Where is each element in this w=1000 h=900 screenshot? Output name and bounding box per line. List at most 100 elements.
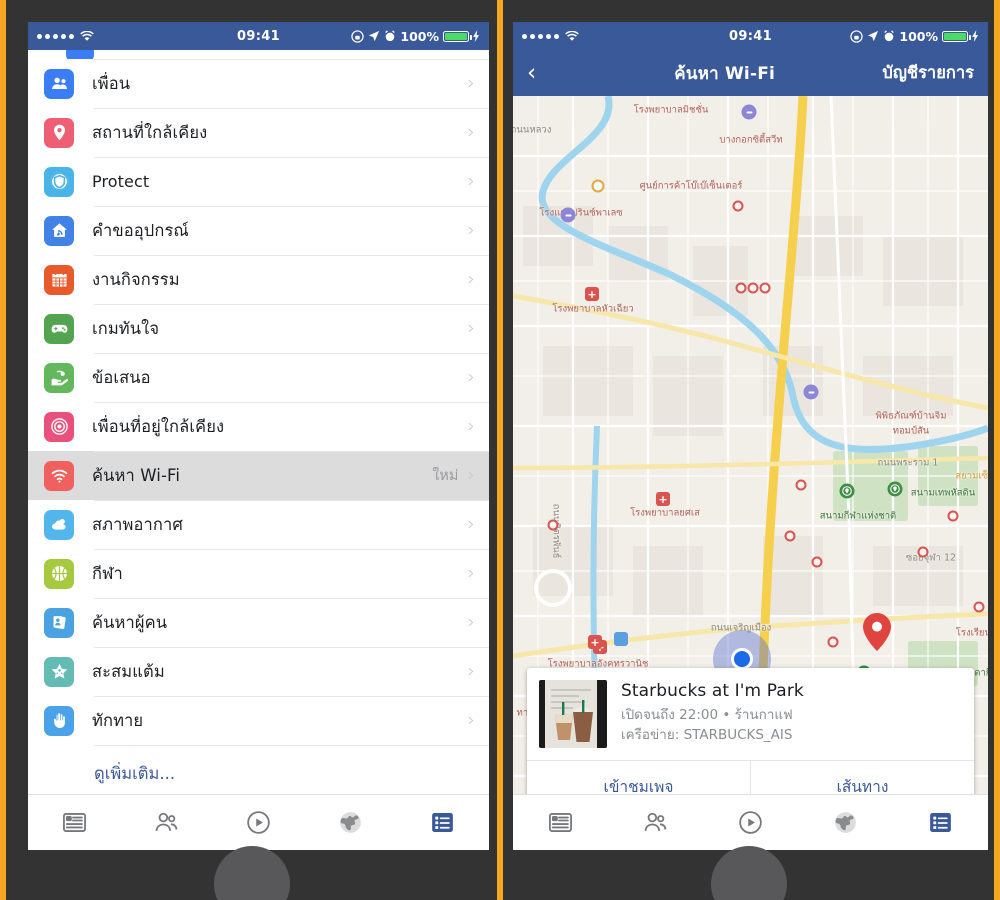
map-poi-marker[interactable] (784, 530, 796, 542)
map-poi-marker[interactable] (917, 546, 929, 558)
map-label: โรงพยาบาลหัวเฉียว (552, 303, 634, 315)
right-phone-frame: 09:41 100% ‹ ค้นหา Wi-Fi บัญชีรายการ ถนน… (503, 0, 994, 900)
menu-row-sports-ball[interactable]: กีฬา › (28, 549, 489, 598)
place-hours-category: เปิดจนถึง 22:00 • ร้านกาแฟ (621, 707, 793, 723)
lightning-bolt-icon (972, 30, 979, 42)
menu-row-gamepad[interactable]: เกมทันใจ › (28, 304, 489, 353)
menu-row-device-request[interactable]: คำขออุปกรณ์ › (28, 206, 489, 255)
map-poi-marker[interactable] (795, 479, 807, 491)
menu-row-label: สถานที่ใกล้เคียง (92, 122, 208, 142)
menu-row-label: เกมทันใจ (92, 318, 160, 338)
scrolled-partial-row (28, 50, 489, 59)
menu-row-offers-hand[interactable]: ข้อเสนอ › (28, 353, 489, 402)
chevron-right-icon: › (467, 219, 475, 241)
chevron-left-icon[interactable]: ‹ (527, 60, 567, 86)
map-poi-marker[interactable] (732, 200, 744, 212)
tab-menu-list[interactable] (893, 795, 988, 850)
menu-row-label: ค้นหาผู้คน (92, 612, 168, 632)
map-poi-marker[interactable] (741, 104, 757, 120)
map-poi-marker[interactable]: + (656, 492, 670, 506)
map-label: สนามเทพหัสดิน (910, 487, 976, 499)
map-poi-marker[interactable] (759, 282, 771, 294)
tab-menu-list[interactable] (397, 795, 489, 850)
left-phone-screen: 09:41 100% เพื่อน › สถานที่ใกล้เคียง › Prote… (28, 22, 489, 850)
map-label: บางกอกซิตี้สวีท (719, 134, 783, 146)
menu-row-wifi-find[interactable]: ค้นหา Wi-Fi ใหม่ › (28, 451, 489, 500)
map-poi-marker[interactable] (614, 632, 628, 646)
map-label: ถนนหลวง (513, 124, 552, 136)
menu-row-label: ทักทาย (92, 710, 144, 730)
map-poi-marker[interactable]: + (588, 635, 602, 649)
chevron-right-icon: › (467, 611, 475, 633)
map-label: ซอยจุฬา 12 (905, 552, 957, 564)
map-poi-marker[interactable] (803, 384, 819, 400)
menu-row-wave-hand[interactable]: ทักทาย › (28, 696, 489, 745)
map-poi-marker[interactable] (811, 556, 823, 568)
map-poi-marker[interactable] (591, 179, 605, 193)
map-poi-marker[interactable] (887, 481, 903, 497)
map-poi-marker[interactable] (839, 483, 855, 499)
menu-row-label: เพื่อนที่อยู่ใกล้เคียง (92, 416, 225, 436)
wave-hand-icon (44, 705, 74, 736)
tab-watch-video[interactable] (703, 795, 798, 850)
place-info-card[interactable]: Starbucks at I'm Park เปิดจนถึง 22:00 • … (527, 668, 974, 812)
menu-row-find-people[interactable]: ค้นหาผู้คน › (28, 598, 489, 647)
map-label: โรงแรมปรินซ์พาเลซ (539, 207, 623, 219)
left-phone-frame: 09:41 100% เพื่อน › สถานที่ใกล้เคียง › Prote… (6, 0, 497, 900)
see-more-label[interactable]: ดูเพิ่มเติม... (28, 745, 489, 787)
see-more-row[interactable]: ดูเพิ่มเติม... (28, 745, 489, 787)
account-list-button[interactable]: บัญชีรายการ (882, 60, 974, 86)
tab-news-feed[interactable] (28, 795, 120, 850)
map-poi-marker[interactable] (827, 636, 839, 648)
menu-row-radar-target[interactable]: เพื่อนที่อยู่ใกล้เคียง › (28, 402, 489, 451)
battery-percent-label: 100% (899, 28, 938, 44)
menu-row-calendar[interactable]: งานกิจกรรม › (28, 255, 489, 304)
map-poi-marker[interactable] (547, 519, 559, 531)
tab-bar-left[interactable] (28, 794, 489, 850)
map-label: โรงเรียนเ (955, 627, 988, 639)
map-poi-marker[interactable] (747, 282, 759, 294)
menu-row-label: คำขออุปกรณ์ (92, 220, 189, 240)
chevron-right-icon: › (467, 268, 475, 290)
menu-row-label: Protect (92, 172, 150, 191)
menu-row-weather-cloud[interactable]: สภาพอากาศ › (28, 500, 489, 549)
menu-row-star-points[interactable]: สะสมแต้ม › (28, 647, 489, 696)
tab-friends-tab[interactable] (120, 795, 212, 850)
map-poi-marker[interactable] (735, 282, 747, 294)
tab-notifications-globe[interactable] (798, 795, 893, 850)
tab-notifications-globe[interactable] (305, 795, 397, 850)
star-points-icon (44, 656, 74, 687)
menu-row-shield[interactable]: Protect › (28, 157, 489, 206)
map-poi-marker[interactable] (973, 601, 985, 613)
bookmarks-menu-list[interactable]: เพื่อน › สถานที่ใกล้เคียง › Protect › คำขออุปก… (28, 50, 489, 813)
map-label: ถนนพระราม 1 (877, 457, 939, 469)
home-button-left[interactable] (213, 846, 290, 900)
map-view[interactable]: ถนนหลวง โรงพยาบาลมิชชั่น บางกอกซิตี้สวีท ศู… (513, 96, 988, 822)
map-label: สนามกีฬาแห่งชาติ (819, 510, 897, 522)
map-poi-marker[interactable]: + (585, 287, 599, 301)
map-pin-marker[interactable] (863, 613, 891, 651)
rotation-lock-icon (351, 29, 365, 43)
map-poi-marker[interactable] (947, 510, 959, 522)
location-arrow-icon (868, 30, 879, 42)
tab-friends-tab[interactable] (608, 795, 703, 850)
wifi-find-icon (44, 460, 74, 491)
tab-watch-video[interactable] (212, 795, 304, 850)
friends-icon (44, 68, 74, 99)
menu-row-friends[interactable]: เพื่อน › (28, 59, 489, 108)
location-arrow-icon (369, 30, 380, 42)
tab-bar-right[interactable] (513, 794, 988, 850)
map-label: โรงพยาบาลยศเส (630, 507, 700, 519)
map-label: ศูนย์การค้าโบ๊เบ๊เซ็นเตอร์ (639, 180, 743, 192)
menu-row-map-pin[interactable]: สถานที่ใกล้เคียง › (28, 108, 489, 157)
tab-news-feed[interactable] (513, 795, 608, 850)
place-name: Starbucks at I'm Park (621, 681, 804, 701)
map-label: ถนนมิตรพันธ์ (550, 503, 562, 559)
rotation-lock-icon (850, 29, 864, 43)
chevron-right-icon: › (467, 464, 475, 486)
alarm-clock-icon (385, 30, 396, 42)
home-button-right[interactable] (710, 846, 787, 900)
chevron-right-icon: › (467, 72, 475, 94)
alarm-clock-icon (884, 30, 895, 42)
map-poi-marker[interactable] (560, 207, 576, 223)
